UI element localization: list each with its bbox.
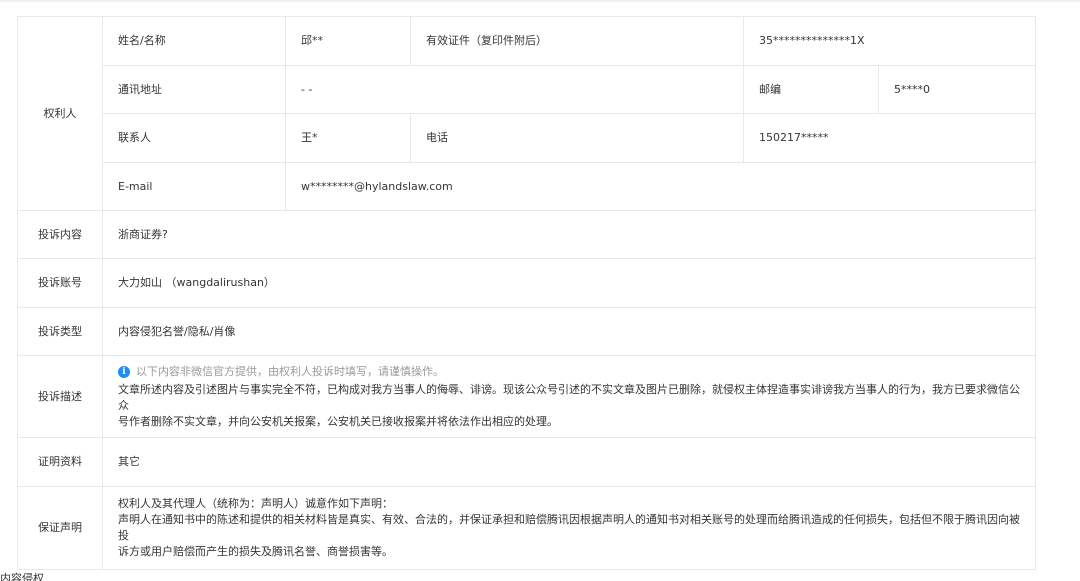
guarantee-line-3: 诉方或用户赔偿而产生的损失及腾讯名誉、商誉损害等。: [118, 545, 393, 558]
name-value: 邱**: [285, 16, 411, 66]
complaint-details-table: 权利人 姓名/名称 邱** 有效证件（复印件附后） 35************…: [17, 16, 1036, 570]
evidence-label: 证明资料: [17, 437, 103, 487]
phone-value: 150217*****: [743, 113, 1036, 163]
guarantee-row: 保证声明 权利人及其代理人（统称为：声明人）诚意作如下声明： 声明人在通知书中的…: [17, 486, 1036, 570]
phone-label: 电话: [410, 113, 744, 163]
complaint-type-label: 投诉类型: [17, 307, 103, 356]
complaint-type-value: 内容侵犯名誉/隐私/肖像: [102, 307, 1036, 356]
rights-holder-email-row: E-mail w********@hylandslaw.com: [18, 162, 1036, 211]
email-value: w********@hylandslaw.com: [285, 162, 1036, 211]
info-icon: i: [118, 365, 130, 378]
complaint-content-value: 浙商证券?: [102, 210, 1036, 259]
evidence-row: 证明资料 其它: [17, 437, 1036, 487]
address-label: 通讯地址: [102, 65, 286, 114]
guarantee-line-2: 声明人在通知书中的陈述和提供的相关材料皆是真实、有效、合法的，并保证承担和赔偿腾…: [118, 513, 1020, 542]
postcode-value: 5****0: [878, 65, 1036, 114]
rights-holder-section-label: 权利人: [17, 16, 103, 211]
complaint-description-row: 投诉描述 i 以下内容非微信官方提供，由权利人投诉时填写，请谨慎操作。 文章所述…: [17, 355, 1036, 438]
rights-holder-name-row: 权利人 姓名/名称 邱** 有效证件（复印件附后） 35************…: [17, 16, 1036, 211]
non-official-notice: i 以下内容非微信官方提供，由权利人投诉时填写，请谨慎操作。: [118, 364, 1020, 380]
guarantee-cell: 权利人及其代理人（统称为：声明人）诚意作如下声明： 声明人在通知书中的陈述和提供…: [102, 486, 1036, 570]
complaint-description-label: 投诉描述: [17, 355, 103, 438]
id-document-label: 有效证件（复印件附后）: [410, 16, 744, 66]
id-document-value: 35**************1X: [743, 16, 1036, 66]
guarantee-label: 保证声明: [17, 486, 103, 570]
complaint-description-cell: i 以下内容非微信官方提供，由权利人投诉时填写，请谨慎操作。 文章所述内容及引述…: [102, 355, 1036, 438]
description-text-line-1: 文章所述内容及引述图片与事实完全不符，已构成对我方当事人的侮辱、诽谤。现该公众号…: [118, 382, 1020, 412]
next-section-fragment: 内容侵权: [0, 572, 44, 581]
email-label: E-mail: [102, 162, 286, 211]
evidence-value: 其它: [102, 437, 1036, 487]
contact-label: 联系人: [102, 113, 286, 163]
guarantee-line-1: 权利人及其代理人（统称为：声明人）诚意作如下声明：: [118, 497, 393, 510]
contact-value: 王*: [285, 113, 411, 163]
complaint-account-label: 投诉账号: [17, 258, 103, 308]
notice-text: 以下内容非微信官方提供，由权利人投诉时填写，请谨慎操作。: [136, 364, 444, 378]
complaint-notice-page: 权利人 姓名/名称 邱** 有效证件（复印件附后） 35************…: [0, 0, 1080, 581]
complaint-content-row: 投诉内容 浙商证券?: [17, 210, 1036, 259]
complaint-type-row: 投诉类型 内容侵犯名誉/隐私/肖像: [17, 307, 1036, 356]
rights-holder-address-row: 通讯地址 - - 邮编 5****0: [18, 65, 1036, 114]
name-label: 姓名/名称: [102, 16, 286, 66]
postcode-label: 邮编: [743, 65, 879, 114]
top-divider: [0, 0, 1080, 2]
complaint-content-label: 投诉内容: [17, 210, 103, 259]
address-value: - -: [285, 65, 744, 114]
complaint-account-value: 大力如山 （wangdalirushan）: [102, 258, 1036, 308]
complaint-account-row: 投诉账号 大力如山 （wangdalirushan）: [17, 258, 1036, 308]
description-text-line-2: 号作者删除不实文章，并向公安机关报案，公安机关已接收报案并将依法作出相应的处理。: [118, 414, 558, 428]
rights-holder-contact-row: 联系人 王* 电话 150217*****: [18, 113, 1036, 163]
